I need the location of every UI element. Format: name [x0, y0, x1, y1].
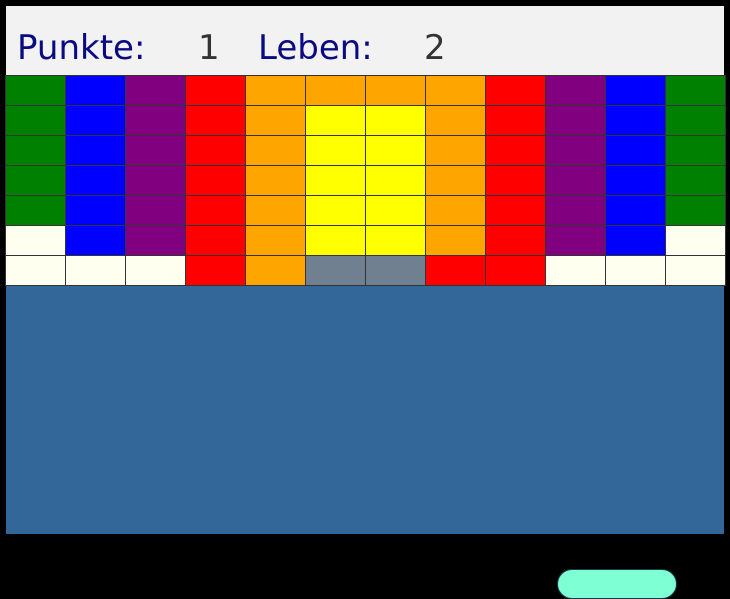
brick — [485, 75, 546, 106]
brick — [545, 75, 606, 106]
brick — [545, 105, 606, 136]
brick — [545, 165, 606, 196]
brick — [605, 75, 666, 106]
brick — [5, 195, 66, 226]
brick — [65, 165, 126, 196]
brick — [305, 135, 366, 166]
brick — [365, 135, 426, 166]
brick — [485, 165, 546, 196]
brick — [305, 225, 366, 256]
brick — [65, 255, 126, 286]
brick — [245, 255, 306, 286]
brick — [65, 195, 126, 226]
lives-value: 2 — [424, 28, 446, 68]
brick — [425, 225, 486, 256]
brick — [365, 75, 426, 106]
brick — [185, 105, 246, 136]
brick — [665, 165, 726, 196]
paddle[interactable] — [557, 569, 677, 599]
brick — [365, 255, 426, 286]
brick — [665, 135, 726, 166]
brick — [605, 165, 666, 196]
brick — [425, 195, 486, 226]
brick — [5, 255, 66, 286]
brick — [245, 75, 306, 106]
score-value: 1 — [198, 28, 220, 68]
brick — [485, 195, 546, 226]
brick — [185, 255, 246, 286]
brick — [125, 195, 186, 226]
brick — [65, 75, 126, 106]
brick — [125, 165, 186, 196]
brick — [665, 255, 726, 286]
brick — [665, 75, 726, 106]
ball — [602, 540, 632, 570]
brick — [665, 195, 726, 226]
brick — [305, 105, 366, 136]
brick — [365, 195, 426, 226]
brick — [185, 165, 246, 196]
brick — [545, 195, 606, 226]
brick — [425, 165, 486, 196]
brick — [485, 135, 546, 166]
brick — [245, 165, 306, 196]
brick — [5, 135, 66, 166]
brick — [245, 225, 306, 256]
brick — [185, 135, 246, 166]
brick — [605, 135, 666, 166]
score-label: Punkte: — [17, 28, 146, 68]
brick — [65, 105, 126, 136]
brick — [185, 75, 246, 106]
brick — [425, 135, 486, 166]
brick — [545, 135, 606, 166]
brick — [605, 225, 666, 256]
brick — [305, 195, 366, 226]
brick — [605, 105, 666, 136]
brick — [665, 105, 726, 136]
brick — [125, 135, 186, 166]
brick — [485, 225, 546, 256]
brick — [365, 165, 426, 196]
brick — [665, 225, 726, 256]
brick — [305, 255, 366, 286]
play-field[interactable] — [5, 75, 726, 599]
brick — [125, 105, 186, 136]
brick — [485, 255, 546, 286]
brick — [5, 165, 66, 196]
brick — [545, 225, 606, 256]
brick — [365, 105, 426, 136]
brick — [125, 75, 186, 106]
brick — [185, 225, 246, 256]
brick — [605, 195, 666, 226]
brick — [305, 165, 366, 196]
brick — [365, 225, 426, 256]
brick — [245, 195, 306, 226]
brick — [545, 255, 606, 286]
brick — [245, 105, 306, 136]
brick — [425, 105, 486, 136]
hud-bar: Punkte: 1 Leben: 2 — [6, 6, 724, 75]
brick — [65, 135, 126, 166]
brick — [125, 225, 186, 256]
brick — [485, 105, 546, 136]
brick — [305, 75, 366, 106]
lives-label: Leben: — [258, 28, 373, 68]
brick — [5, 225, 66, 256]
brick — [185, 195, 246, 226]
brick — [5, 75, 66, 106]
brick — [125, 255, 186, 286]
brick — [5, 105, 66, 136]
game-window: Punkte: 1 Leben: 2 — [0, 0, 730, 599]
brick — [65, 225, 126, 256]
brick — [605, 255, 666, 286]
brick — [425, 255, 486, 286]
brick — [245, 135, 306, 166]
brick — [425, 75, 486, 106]
